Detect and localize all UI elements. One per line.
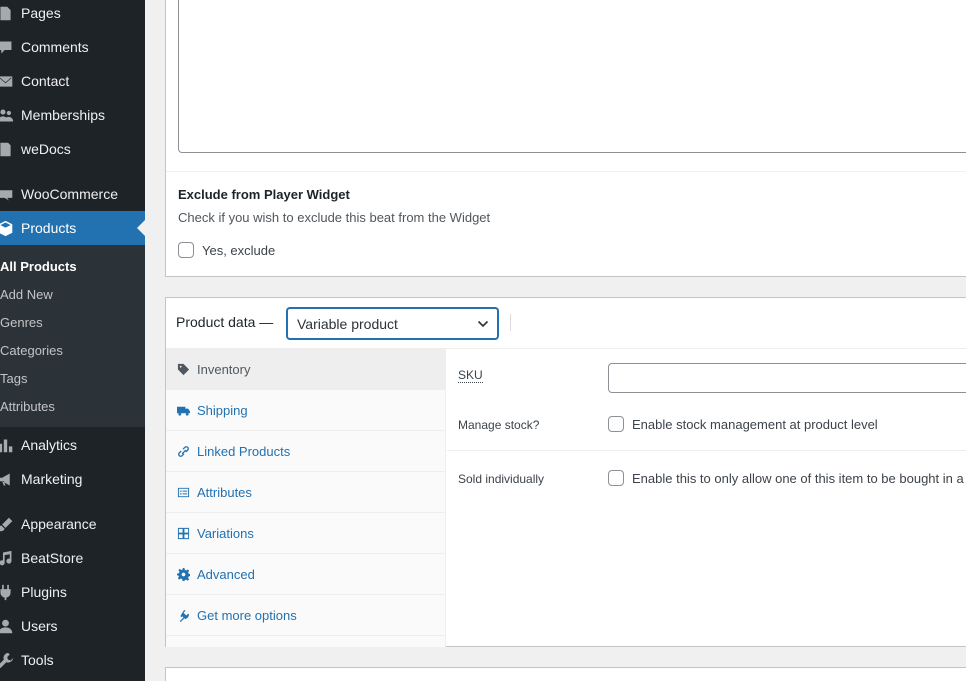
product-type-select[interactable]: Variable product [287,308,498,339]
tab-advanced[interactable]: Advanced [166,554,445,595]
sidebar-item-label: BeatStore [21,550,84,566]
plugin-icon [176,608,190,622]
sidebar-item-label: Plugins [21,584,67,600]
manage-stock-checkbox[interactable] [608,416,624,432]
sidebar-item-label: Memberships [21,107,106,123]
tab-linked-products[interactable]: Linked Products [166,431,445,472]
truck-icon [176,403,190,417]
divider [447,450,966,451]
exclude-widget-checkbox-label: Yes, exclude [202,242,276,258]
tab-attributes[interactable]: Attributes [166,472,445,513]
sidebar-item-woocommerce[interactable]: WooCommerce [0,177,145,211]
sidebar-item-analytics[interactable]: Analytics [0,428,145,462]
sidebar-item-label: Pages [21,5,61,21]
products-submenu: All Products Add New Genres Categories T… [0,245,145,427]
inventory-panel: SKU Manage stock? Enable stock managemen… [447,349,966,647]
grid-icon [176,526,190,540]
sidebar-item-label: Comments [21,39,89,55]
sidebar-item-users[interactable]: Users [0,609,145,643]
sku-label: SKU [458,368,483,383]
users-icon [0,616,15,636]
tab-shipping[interactable]: Shipping [166,390,445,431]
docs-icon [0,139,15,159]
sold-individually-label: Sold individually [458,472,545,486]
sidebar-item-comments[interactable]: Comments [0,30,145,64]
divider [510,314,511,331]
exclude-widget-title: Exclude from Player Widget [178,187,350,202]
product-data-tabs: Inventory Shipping Linked Products Attri… [166,349,446,647]
tab-label: Inventory [197,361,251,377]
exclude-widget-checkbox[interactable] [178,242,194,258]
sidebar-item-memberships[interactable]: Memberships [0,98,145,132]
sidebar-item-contact[interactable]: Contact [0,64,145,98]
music-note-icon [0,548,15,568]
sidebar-item-marketing[interactable]: Marketing [0,462,145,496]
sidebar-item-label: Contact [21,73,70,89]
tab-label: Attributes [197,484,252,500]
mail-icon [0,71,15,91]
sidebar-item-label: Users [21,618,58,634]
divider [166,171,966,172]
list-icon [176,485,190,499]
exclude-widget-option[interactable]: Yes, exclude [178,242,275,258]
tab-label: Advanced [197,566,255,582]
tab-get-more-options[interactable]: Get more options [166,595,445,636]
sidebar-item-beatstore[interactable]: BeatStore [0,541,145,575]
tab-label: Variations [197,525,254,541]
sidebar-item-label: Marketing [21,471,83,487]
woo-icon [0,184,15,204]
sidebar-item-label: Tools [21,652,54,668]
comments-icon [0,37,15,57]
sidebar-item-pages[interactable]: Pages [0,0,145,30]
tab-variations[interactable]: Variations [166,513,445,554]
manage-stock-label: Manage stock? [458,418,540,432]
megaphone-icon [0,469,15,489]
chart-bar-icon [0,435,15,455]
pages-icon [0,3,15,23]
sku-input[interactable] [608,363,966,393]
submenu-item-tags[interactable]: Tags [0,371,27,386]
sidebar-item-label: Products [21,220,77,236]
submenu-item-add-new[interactable]: Add New [0,287,53,302]
admin-sidebar: Pages Comments Contact Memberships weDoc… [0,0,145,681]
sidebar-item-label: WooCommerce [21,186,118,202]
groups-icon [0,105,15,125]
submenu-item-genres[interactable]: Genres [0,315,43,330]
box-icon [0,218,15,238]
sold-individually-option[interactable]: Enable this to only allow one of this it… [608,470,966,486]
exclude-widget-description: Check if you wish to exclude this beat f… [178,210,491,225]
tab-label: Shipping [197,402,248,418]
sidebar-item-tools[interactable]: Tools [0,643,145,677]
sidebar-item-appearance[interactable]: Appearance [0,507,145,541]
sidebar-item-label: Appearance [21,516,97,532]
content-textarea[interactable] [178,0,966,153]
product-type-selected: Variable product [297,315,398,332]
sidebar-item-wedocs[interactable]: weDocs [0,132,145,166]
product-data-title: Product data — [176,314,274,330]
sold-individually-checkbox-label: Enable this to only allow one of this it… [632,470,966,486]
wrench-icon [0,650,15,670]
tab-label: Get more options [197,607,297,623]
submenu-item-all-products[interactable]: All Products [0,259,77,274]
sidebar-item-label: weDocs [21,141,71,157]
sidebar-item-label: Analytics [21,437,78,453]
submenu-item-attributes[interactable]: Attributes [0,399,55,414]
manage-stock-option[interactable]: Enable stock management at product level [608,416,878,432]
exclude-widget-metabox: Exclude from Player Widget Check if you … [165,0,966,277]
gear-icon [176,567,190,581]
tab-inventory[interactable]: Inventory [166,349,445,390]
next-metabox [165,667,966,681]
sidebar-item-plugins[interactable]: Plugins [0,575,145,609]
chevron-down-icon [477,320,489,328]
manage-stock-checkbox-label: Enable stock management at product level [632,416,878,432]
submenu-item-categories[interactable]: Categories [0,343,63,358]
sidebar-item-products[interactable]: Products [0,211,145,245]
sold-individually-checkbox[interactable] [608,470,624,486]
product-data-metabox: Product data — Variable product Inventor… [165,297,966,647]
tag-icon [176,362,190,376]
brush-icon [0,514,15,534]
plug-icon [0,582,15,602]
link-icon [176,444,190,458]
tab-label: Linked Products [197,443,291,459]
